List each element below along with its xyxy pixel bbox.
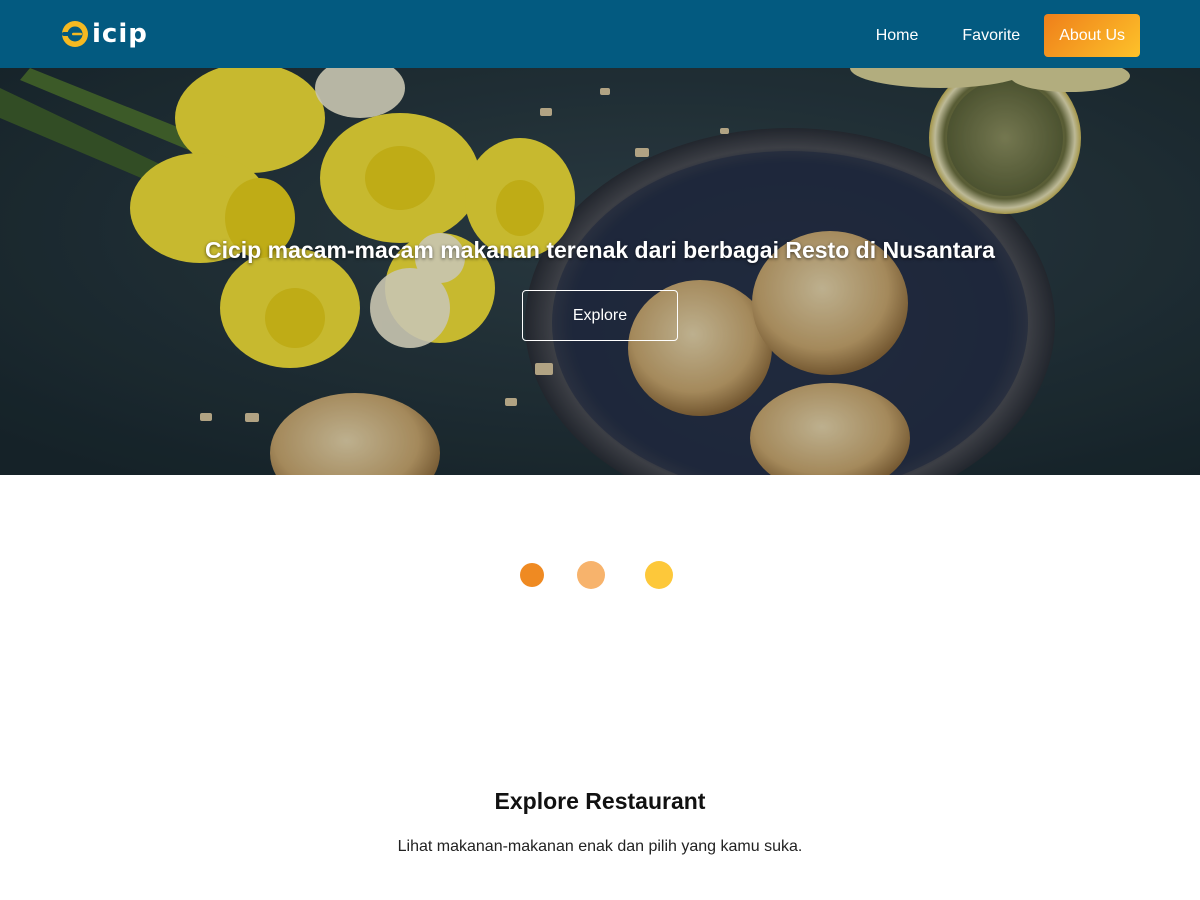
loader-dot (645, 561, 673, 589)
plate-fork-icon (62, 21, 88, 47)
logo[interactable]: icip (60, 18, 148, 50)
logo-text: icip (92, 19, 148, 49)
loading-indicator (0, 561, 1200, 589)
nav-about-us-link[interactable]: About Us (1044, 14, 1140, 57)
loader-dot (520, 563, 544, 587)
loader-dot (577, 561, 605, 589)
explore-title: Explore Restaurant (494, 788, 706, 814)
main-nav: Home Favorite About Us (854, 14, 1140, 57)
hero-title: Cicip macam-macam makanan terenak dari b… (205, 237, 995, 263)
nav-home-link[interactable]: Home (854, 14, 941, 57)
explore-button[interactable]: Explore (522, 290, 678, 341)
hero-banner: Cicip macam-macam makanan terenak dari b… (0, 68, 1200, 475)
hero-overlay (0, 68, 1200, 475)
nav-favorite-link[interactable]: Favorite (940, 14, 1042, 57)
app-header: icip Home Favorite About Us (0, 0, 1200, 68)
explore-subtitle: Lihat makanan-makanan enak dan pilih yan… (397, 838, 803, 855)
